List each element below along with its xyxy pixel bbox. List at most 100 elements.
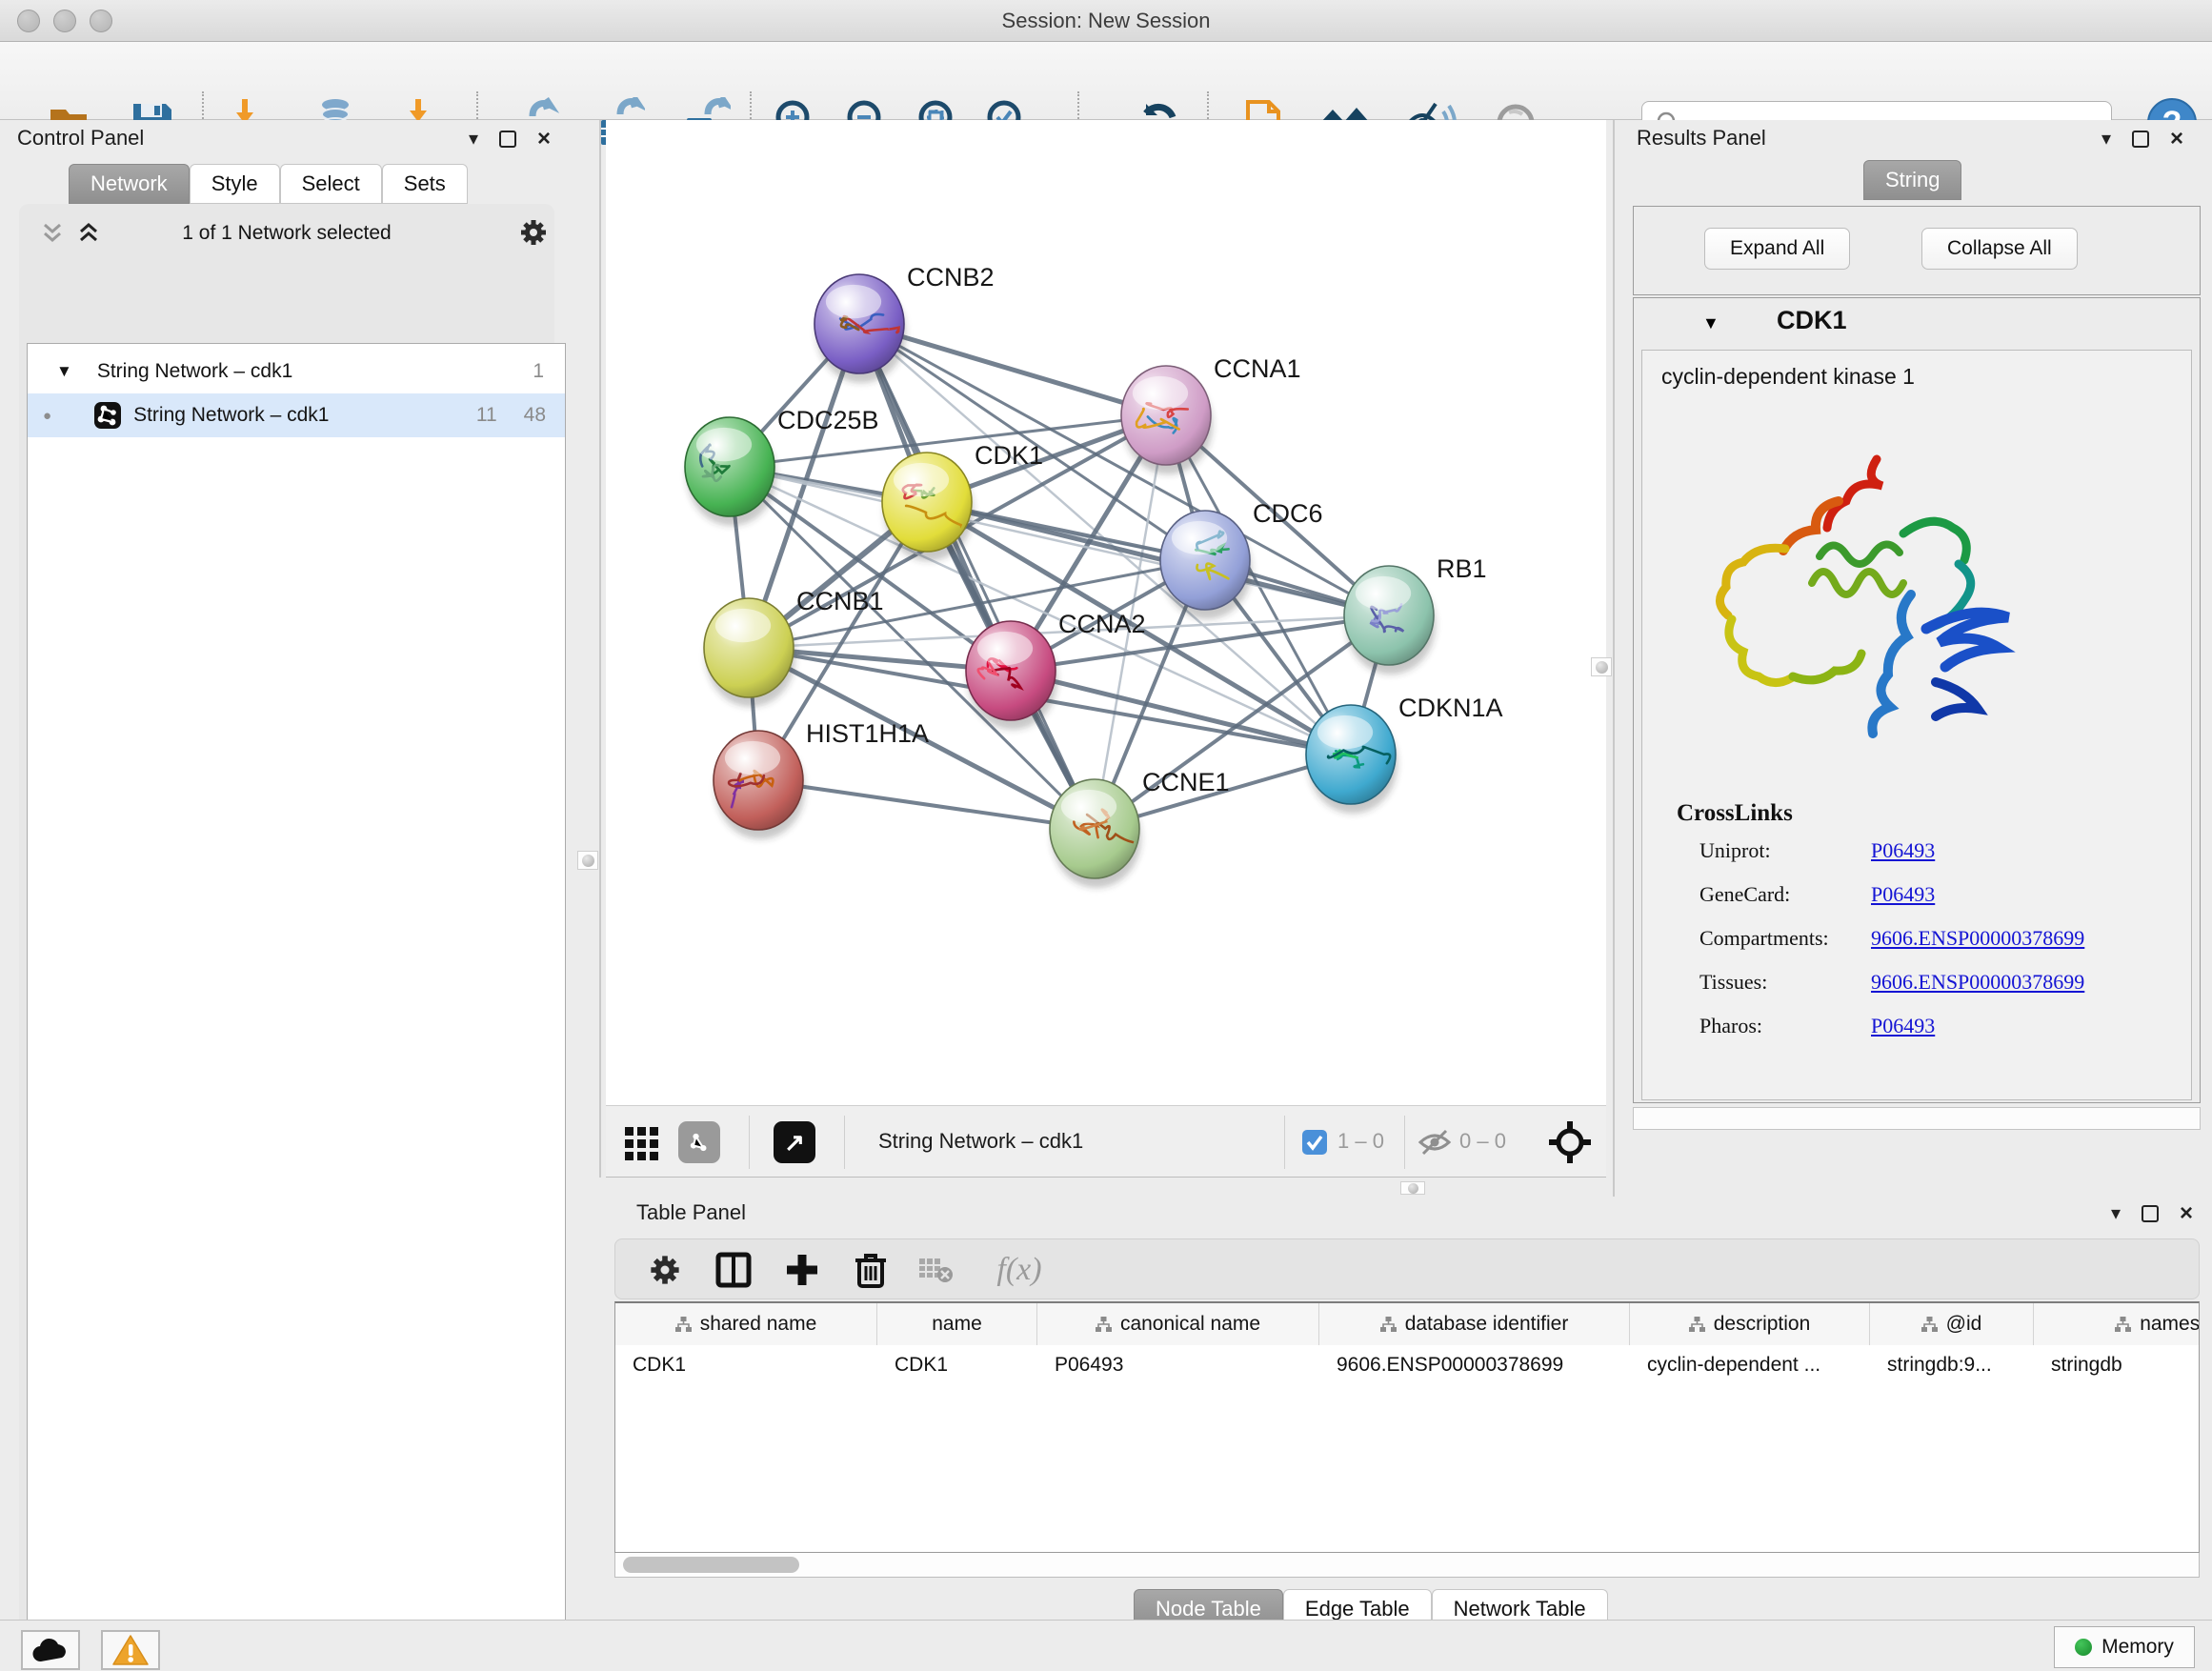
show-columns-icon[interactable] <box>711 1247 756 1293</box>
edge-CCNB2-CCNE1[interactable] <box>859 324 1095 829</box>
node-label-CCNB1: CCNB1 <box>796 587 884 615</box>
edge-CCNA2-CDKN1A[interactable] <box>1011 671 1351 755</box>
delete-column-trash-icon[interactable] <box>848 1247 894 1293</box>
node-HIST1H1A[interactable] <box>714 731 805 839</box>
create-column-plus-icon[interactable] <box>779 1247 825 1293</box>
table-cell[interactable]: CDK1 <box>615 1345 877 1387</box>
node-label-CDC6: CDC6 <box>1253 499 1323 528</box>
network-view-toolbar: ↗ String Network – cdk1 1 – 0 0 – 0 <box>606 1105 1606 1178</box>
tab-select[interactable]: Select <box>280 164 382 204</box>
collection-count: 1 <box>533 360 544 383</box>
node-CDC6[interactable] <box>1160 511 1252 619</box>
panel-divider[interactable] <box>599 120 601 1178</box>
crosslink-link[interactable]: P06493 <box>1871 838 1935 862</box>
node-label-HIST1H1A: HIST1H1A <box>806 719 929 748</box>
hidden-node-edge-counts: 0 – 0 <box>1459 1129 1506 1154</box>
network-options-gear-icon[interactable] <box>518 217 549 248</box>
close-panel-icon[interactable]: × <box>2170 128 2183 151</box>
network-collection-row[interactable]: ▼ String Network – cdk1 1 <box>28 350 565 393</box>
node-CCNB1[interactable] <box>704 598 795 707</box>
close-panel-icon[interactable]: × <box>2180 1202 2193 1225</box>
node-RB1[interactable] <box>1344 566 1436 674</box>
panel-menu-icon[interactable]: ▾ <box>469 130 478 149</box>
crosslink-link[interactable]: 9606.ENSP00000378699 <box>1871 970 2084 994</box>
column-header-canonical-name[interactable]: canonical name <box>1037 1303 1319 1345</box>
scrollbar-thumb[interactable] <box>623 1557 799 1573</box>
column-header-@id[interactable]: @id <box>1870 1303 2034 1345</box>
table-cell[interactable]: stringdb:9... <box>1870 1345 2034 1387</box>
crosslink-label: Tissues: <box>1699 970 1767 995</box>
column-type-icon <box>1921 1317 1938 1333</box>
share-network-icon[interactable] <box>678 1121 720 1163</box>
birds-eye-grid-icon[interactable] <box>623 1123 663 1163</box>
tab-style[interactable]: Style <box>190 164 280 204</box>
table-cell[interactable]: stringdb <box>2034 1345 2200 1387</box>
function-builder-icon[interactable]: f(x) <box>981 1247 1057 1293</box>
cloud-status-button[interactable] <box>21 1630 80 1670</box>
divider-collapse-handle[interactable] <box>577 851 598 870</box>
selected-node-edge-counts: 1 – 0 <box>1337 1129 1384 1154</box>
hidden-eye-icon[interactable] <box>1418 1127 1452 1158</box>
collapse-all-button[interactable]: Collapse All <box>1921 228 2078 270</box>
divider-collapse-handle[interactable] <box>1591 657 1612 676</box>
float-panel-icon[interactable] <box>499 131 516 148</box>
float-panel-icon[interactable] <box>2132 131 2149 148</box>
float-panel-icon[interactable] <box>2142 1205 2159 1222</box>
network-node-count: 11 <box>476 404 497 427</box>
close-panel-icon[interactable]: × <box>537 128 551 151</box>
network-canvas[interactable]: CCNB2CCNA1CDC25BCDK1CDC6RB1CCNB1CCNA2CDK… <box>606 120 1606 1105</box>
network-row-selected[interactable]: ● String Network – cdk1 11 48 <box>28 393 565 437</box>
network-selection-status: 1 of 1 Network selected <box>19 222 554 245</box>
column-header-shared-name[interactable]: shared name <box>615 1303 877 1345</box>
table-cell[interactable]: 9606.ENSP00000378699 <box>1319 1345 1630 1387</box>
node-label-CDC25B: CDC25B <box>777 406 879 434</box>
warnings-button[interactable] <box>101 1630 160 1670</box>
crosslink-link[interactable]: P06493 <box>1871 1014 1935 1037</box>
network-manager: 1 of 1 Network selected ▼ String Network… <box>19 204 554 1671</box>
crosslink-value: P06493 <box>1871 838 1935 863</box>
collection-expander-icon[interactable]: ▼ <box>56 362 72 381</box>
crosslink-value: 9606.ENSP00000378699 <box>1871 970 2084 995</box>
control-panel: Control Panel ▾ × NetworkStyleSelectSets… <box>0 120 581 1618</box>
gene-expander-icon[interactable]: ▼ <box>1702 313 1719 333</box>
crosslink-link[interactable]: P06493 <box>1871 882 1935 906</box>
column-header-description[interactable]: description <box>1630 1303 1870 1345</box>
table-cell[interactable]: CDK1 <box>877 1345 1037 1387</box>
column-header-database-identifier[interactable]: database identifier <box>1319 1303 1630 1345</box>
expand-all-button[interactable]: Expand All <box>1704 228 1850 270</box>
panel-menu-icon[interactable]: ▾ <box>2101 130 2111 149</box>
selected-checkbox-icon[interactable] <box>1301 1129 1328 1156</box>
results-scrollbar[interactable] <box>1633 1107 2201 1130</box>
results-panel: Results Panel ▾ × String Expand All Coll… <box>1619 120 2212 1197</box>
tab-network[interactable]: Network <box>69 164 190 204</box>
memory-button[interactable]: Memory <box>2054 1626 2195 1668</box>
panel-menu-icon[interactable]: ▾ <box>2111 1204 2121 1223</box>
column-header-namespace[interactable]: namespace <box>2034 1303 2200 1345</box>
node-CCNE1[interactable] <box>1050 779 1141 888</box>
tab-string[interactable]: String <box>1863 160 1961 200</box>
table-options-gear-icon[interactable] <box>642 1247 688 1293</box>
column-type-icon <box>2115 1317 2131 1333</box>
table-cell[interactable]: cyclin-dependent ... <box>1630 1345 1870 1387</box>
crosslink-label: Uniprot: <box>1699 838 1771 863</box>
node-CCNB2[interactable] <box>814 274 906 383</box>
open-in-new-window-icon[interactable]: ↗ <box>774 1121 815 1163</box>
table-cell[interactable]: P06493 <box>1037 1345 1319 1387</box>
crosslink-label: Compartments: <box>1699 926 1829 951</box>
node-CDKN1A[interactable] <box>1306 705 1398 814</box>
node-CDK1[interactable] <box>882 453 974 561</box>
tab-sets[interactable]: Sets <box>382 164 468 204</box>
delete-table-icon[interactable] <box>913 1247 958 1293</box>
node-CCNA1[interactable] <box>1121 366 1213 474</box>
node-CDC25B[interactable] <box>685 417 776 526</box>
fit-selection-crosshair-icon[interactable] <box>1547 1119 1593 1165</box>
crosslink-link[interactable]: 9606.ENSP00000378699 <box>1871 926 2084 950</box>
horizontal-divider-handle[interactable] <box>1400 1181 1425 1195</box>
table-horizontal-scrollbar[interactable] <box>614 1553 2200 1578</box>
gene-result-card: ▼ CDK1 cyclin-dependent kinase 1 <box>1633 297 2201 1103</box>
node-CCNA2[interactable] <box>966 621 1057 730</box>
node-label-RB1: RB1 <box>1437 554 1487 583</box>
panel-divider[interactable] <box>1613 120 1615 1197</box>
column-header-name[interactable]: name <box>877 1303 1037 1345</box>
gene-symbol: CDK1 <box>1777 306 1847 335</box>
